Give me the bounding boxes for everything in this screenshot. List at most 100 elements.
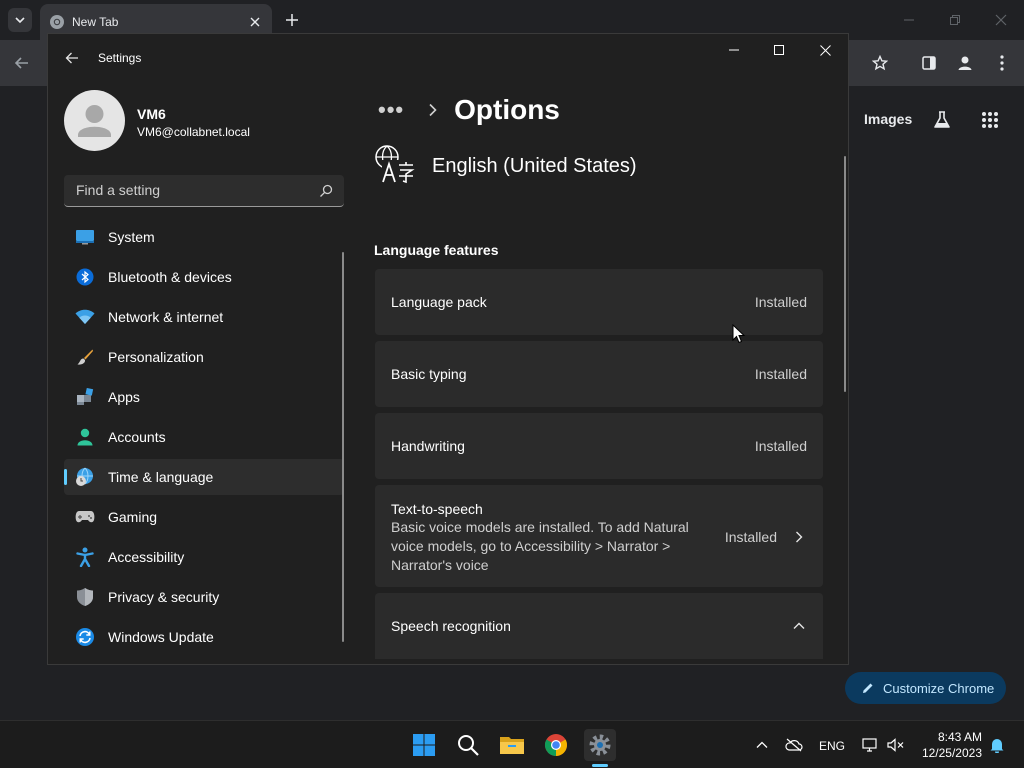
flask-icon: [934, 111, 950, 128]
settings-maximize-button[interactable]: [756, 38, 802, 62]
nav-label: Personalization: [108, 349, 204, 365]
feature-card-basic-typing: Basic typing Installed: [375, 341, 823, 407]
nav-scrollbar[interactable]: [342, 252, 344, 642]
show-hidden-icons-button[interactable]: [750, 733, 774, 757]
volume-button[interactable]: [884, 733, 908, 757]
gamepad-icon: [75, 507, 95, 527]
feature-description: Basic voice models are installed. To add…: [391, 519, 689, 573]
chrome-menu-button[interactable]: [988, 49, 1016, 77]
feature-label: Text-to-speech: [391, 501, 483, 517]
tab-close-button[interactable]: [245, 12, 265, 32]
time-language-icon: [75, 467, 95, 487]
chevron-right-icon: [796, 531, 803, 543]
nav-label: Time & language: [108, 469, 214, 485]
nav-item-windows-update[interactable]: Windows Update: [64, 619, 344, 655]
new-tab-button[interactable]: [280, 8, 304, 32]
settings-window-title: Settings: [98, 51, 142, 65]
input-language-indicator[interactable]: ENG: [819, 739, 845, 753]
taskbar: ENG 8:43 AM 12/25/2023: [0, 720, 1024, 768]
apps-grid-icon: [982, 112, 998, 128]
chrome-taskbar-button[interactable]: [540, 729, 572, 761]
gear-icon: [589, 734, 611, 756]
start-button[interactable]: [408, 729, 440, 761]
clock-date: 12/25/2023: [921, 746, 982, 760]
mouse-cursor-icon: [732, 324, 746, 344]
more-vert-icon: [1000, 55, 1004, 71]
customize-chrome-label: Customize Chrome: [883, 680, 995, 696]
nav-item-accessibility[interactable]: Accessibility: [64, 539, 344, 575]
nav-item-gaming[interactable]: Gaming: [64, 499, 344, 535]
update-icon: [75, 627, 95, 647]
minimize-icon: [904, 19, 914, 21]
nav-item-bluetooth[interactable]: Bluetooth & devices: [64, 259, 344, 295]
customize-chrome-button[interactable]: Customize Chrome: [845, 672, 1006, 704]
volume-mute-icon: [887, 738, 904, 752]
settings-close-button[interactable]: [802, 38, 848, 62]
arrow-left-icon: [14, 57, 28, 69]
language-name: English (United States): [432, 155, 637, 177]
close-icon: [250, 17, 260, 27]
settings-back-button[interactable]: [60, 46, 84, 70]
feature-status: Installed: [754, 366, 807, 382]
file-explorer-button[interactable]: [496, 729, 528, 761]
content-scrollbar[interactable]: [844, 156, 846, 392]
side-panel-icon: [922, 56, 936, 70]
chevron-right-icon: [429, 103, 437, 117]
system-clock[interactable]: 8:43 AM 12/25/2023: [914, 729, 982, 761]
nav-label: Bluetooth & devices: [108, 269, 232, 285]
nav-item-time-language[interactable]: Time & language: [64, 459, 344, 495]
feature-label: Basic typing: [391, 366, 467, 382]
section-title: Language features: [374, 242, 499, 258]
settings-taskbar-button[interactable]: [584, 729, 616, 761]
breadcrumb: ••• Options: [374, 90, 560, 130]
active-app-indicator: [592, 764, 608, 767]
nav-item-accounts[interactable]: Accounts: [64, 419, 344, 455]
feature-status: Installed: [724, 529, 777, 545]
system-icon: [75, 227, 95, 247]
nav-item-privacy[interactable]: Privacy & security: [64, 579, 344, 615]
browser-restore-button[interactable]: [941, 6, 969, 34]
nav-item-personalization[interactable]: Personalization: [64, 339, 344, 375]
star-icon: [872, 55, 888, 71]
browser-back-button[interactable]: [8, 49, 36, 77]
google-apps-button[interactable]: [976, 106, 1004, 134]
find-setting-search: [64, 175, 344, 207]
minimize-icon: [729, 49, 739, 51]
feature-status: Installed: [754, 438, 807, 454]
profile-name: VM6: [137, 106, 166, 122]
nav-item-apps[interactable]: Apps: [64, 379, 344, 415]
nav-label: Accessibility: [108, 549, 185, 565]
settings-titlebar: Settings: [48, 34, 848, 82]
feature-card-speech-recognition[interactable]: Speech recognition: [375, 593, 823, 659]
nav-item-system[interactable]: System: [64, 219, 344, 255]
tab-search-button[interactable]: [8, 8, 32, 32]
network-status-button[interactable]: [858, 733, 882, 757]
search-icon[interactable]: [318, 183, 334, 199]
nav-label: Gaming: [108, 509, 158, 525]
settings-nav: System Bluetooth & devices Network & int…: [64, 219, 344, 659]
browser-minimize-button[interactable]: [895, 6, 923, 34]
page-title: Options: [454, 94, 560, 125]
search-icon: [458, 735, 479, 756]
onedrive-button[interactable]: [782, 733, 806, 757]
taskbar-search-button[interactable]: [452, 729, 484, 761]
profile-button[interactable]: [951, 49, 979, 77]
nav-label: Privacy & security: [108, 589, 220, 605]
chrome-labs-button[interactable]: [928, 106, 956, 134]
feature-label: Speech recognition: [391, 618, 511, 634]
settings-minimize-button[interactable]: [711, 38, 757, 62]
browser-close-button[interactable]: [987, 6, 1015, 34]
search-input[interactable]: [64, 175, 312, 205]
breadcrumb-overflow-button[interactable]: •••: [378, 97, 404, 123]
plus-icon: [286, 14, 298, 26]
nav-item-network[interactable]: Network & internet: [64, 299, 344, 335]
feature-card-handwriting: Handwriting Installed: [375, 413, 823, 479]
nav-label: Accounts: [108, 429, 166, 445]
feature-card-text-to-speech[interactable]: Text-to-speech Basic voice models are in…: [375, 485, 823, 587]
settings-window: Settings VM6 VM6@collabnet.local System …: [47, 33, 849, 665]
images-link[interactable]: Images: [864, 111, 912, 127]
notifications-button[interactable]: [985, 733, 1009, 757]
bookmark-star-button[interactable]: [866, 49, 894, 77]
avatar[interactable]: [64, 90, 125, 151]
side-panel-button[interactable]: [915, 49, 943, 77]
